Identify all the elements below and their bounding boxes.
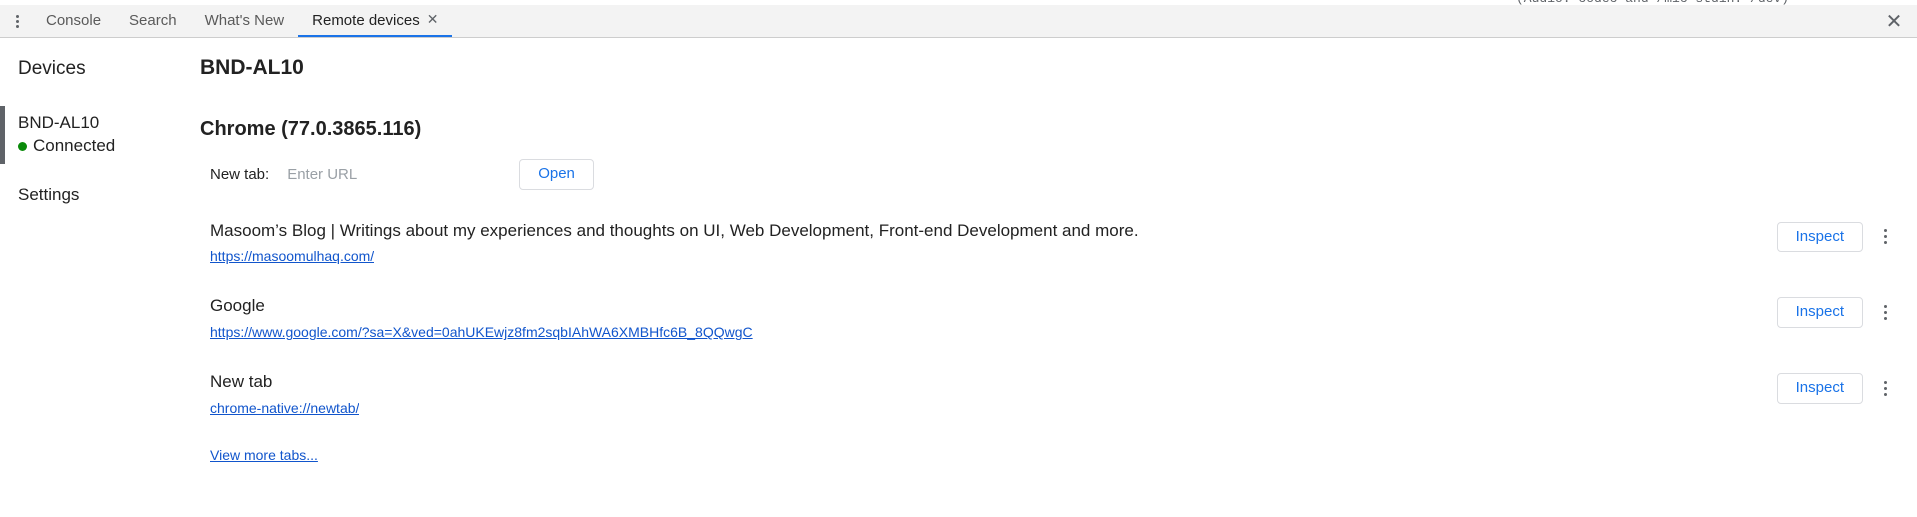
inspect-button[interactable]: Inspect	[1776, 297, 1863, 328]
sidebar-title: Devices	[18, 58, 86, 79]
tab-title: New tab	[210, 372, 273, 392]
kebab-dot	[1883, 393, 1887, 397]
close-devtools-icon[interactable]: ✕	[1871, 5, 1917, 37]
kebab-dot	[1883, 235, 1887, 239]
tab-label: Console	[46, 11, 102, 29]
tab-whats-new[interactable]: What's New	[191, 5, 299, 37]
kebab-dot	[1883, 241, 1887, 245]
remote-devices-body: Devices BND-AL10 Connected Settings BND-…	[0, 38, 1917, 517]
sidebar-item-settings[interactable]: Settings	[0, 178, 196, 213]
tab-info: New tab chrome-native://newtab/	[210, 371, 1777, 421]
table-row: Google https://www.google.com/?sa=X&ved=…	[196, 295, 1917, 345]
kebab-dot	[1883, 305, 1887, 309]
tab-remote-devices[interactable]: Remote devices ✕	[298, 5, 453, 37]
status-dot-icon	[18, 141, 27, 151]
open-button[interactable]: Open	[519, 159, 594, 190]
kebab-dot	[15, 19, 19, 23]
device-detail-pane: BND-AL10 Chrome (77.0.3865.116) New tab:…	[196, 38, 1917, 517]
table-row: New tab chrome-native://newtab/ Inspect	[196, 371, 1917, 421]
view-more-tabs-link[interactable]: View more tabs...	[196, 447, 318, 463]
browser-version-heading: Chrome (77.0.3865.116)	[200, 118, 422, 140]
kebab-dot	[1883, 317, 1887, 321]
tab-label: Remote devices	[312, 11, 420, 29]
new-tab-url-input[interactable]	[285, 162, 508, 187]
new-tab-label: New tab:	[210, 165, 270, 183]
kebab-dot	[1883, 311, 1887, 315]
devtools-main-menu-icon[interactable]	[2, 5, 32, 37]
tab-close-icon[interactable]: ✕	[427, 13, 439, 27]
inspect-button[interactable]: Inspect	[1776, 373, 1863, 404]
new-tab-row: New tab: Open	[196, 159, 1917, 190]
tab-title: Masoom’s Blog | Writings about my experi…	[210, 220, 1139, 240]
tab-actions: Inspect	[1776, 371, 1897, 404]
kebab-dot	[1883, 387, 1887, 391]
tab-info: Google https://www.google.com/?sa=X&ved=…	[210, 295, 1777, 345]
sidebar-item-label: Settings	[18, 184, 80, 204]
page-title: BND-AL10	[200, 56, 304, 79]
tab-actions: Inspect	[1776, 295, 1897, 328]
panel-tabs: Console Search What's New Remote devices…	[32, 5, 453, 37]
tab-menu-icon[interactable]	[1873, 223, 1897, 251]
devtools-toolbar: Console Search What's New Remote devices…	[0, 5, 1917, 38]
tab-search[interactable]: Search	[115, 5, 191, 37]
table-row: Masoom’s Blog | Writings about my experi…	[196, 220, 1917, 270]
tab-actions: Inspect	[1776, 220, 1897, 252]
sidebar-device-status: Connected	[18, 135, 196, 158]
tab-url-link[interactable]: chrome-native://newtab/	[210, 400, 359, 416]
tab-title: Google	[210, 296, 265, 316]
kebab-dot	[1883, 381, 1887, 385]
sidebar-item-bnd-al10[interactable]: BND-AL10 Connected	[0, 106, 196, 164]
status-label: Connected	[33, 135, 116, 155]
tab-menu-icon[interactable]	[1873, 299, 1897, 327]
tab-menu-icon[interactable]	[1873, 375, 1897, 403]
tab-label: Search	[129, 11, 177, 29]
devices-sidebar: Devices BND-AL10 Connected Settings	[0, 38, 196, 517]
kebab-dot	[15, 14, 19, 18]
tab-url-link[interactable]: https://www.google.com/?sa=X&ved=0ahUKEw…	[210, 324, 753, 340]
inspect-button[interactable]: Inspect	[1776, 221, 1863, 252]
tab-url-link[interactable]: https://masoomulhaq.com/	[210, 248, 374, 264]
sidebar-device-name: BND-AL10	[18, 113, 100, 132]
tab-label: What's New	[204, 11, 285, 29]
tab-info: Masoom’s Blog | Writings about my experi…	[210, 220, 1777, 270]
kebab-dot	[15, 24, 19, 28]
tab-console[interactable]: Console	[32, 5, 115, 37]
kebab-dot	[1883, 229, 1887, 233]
